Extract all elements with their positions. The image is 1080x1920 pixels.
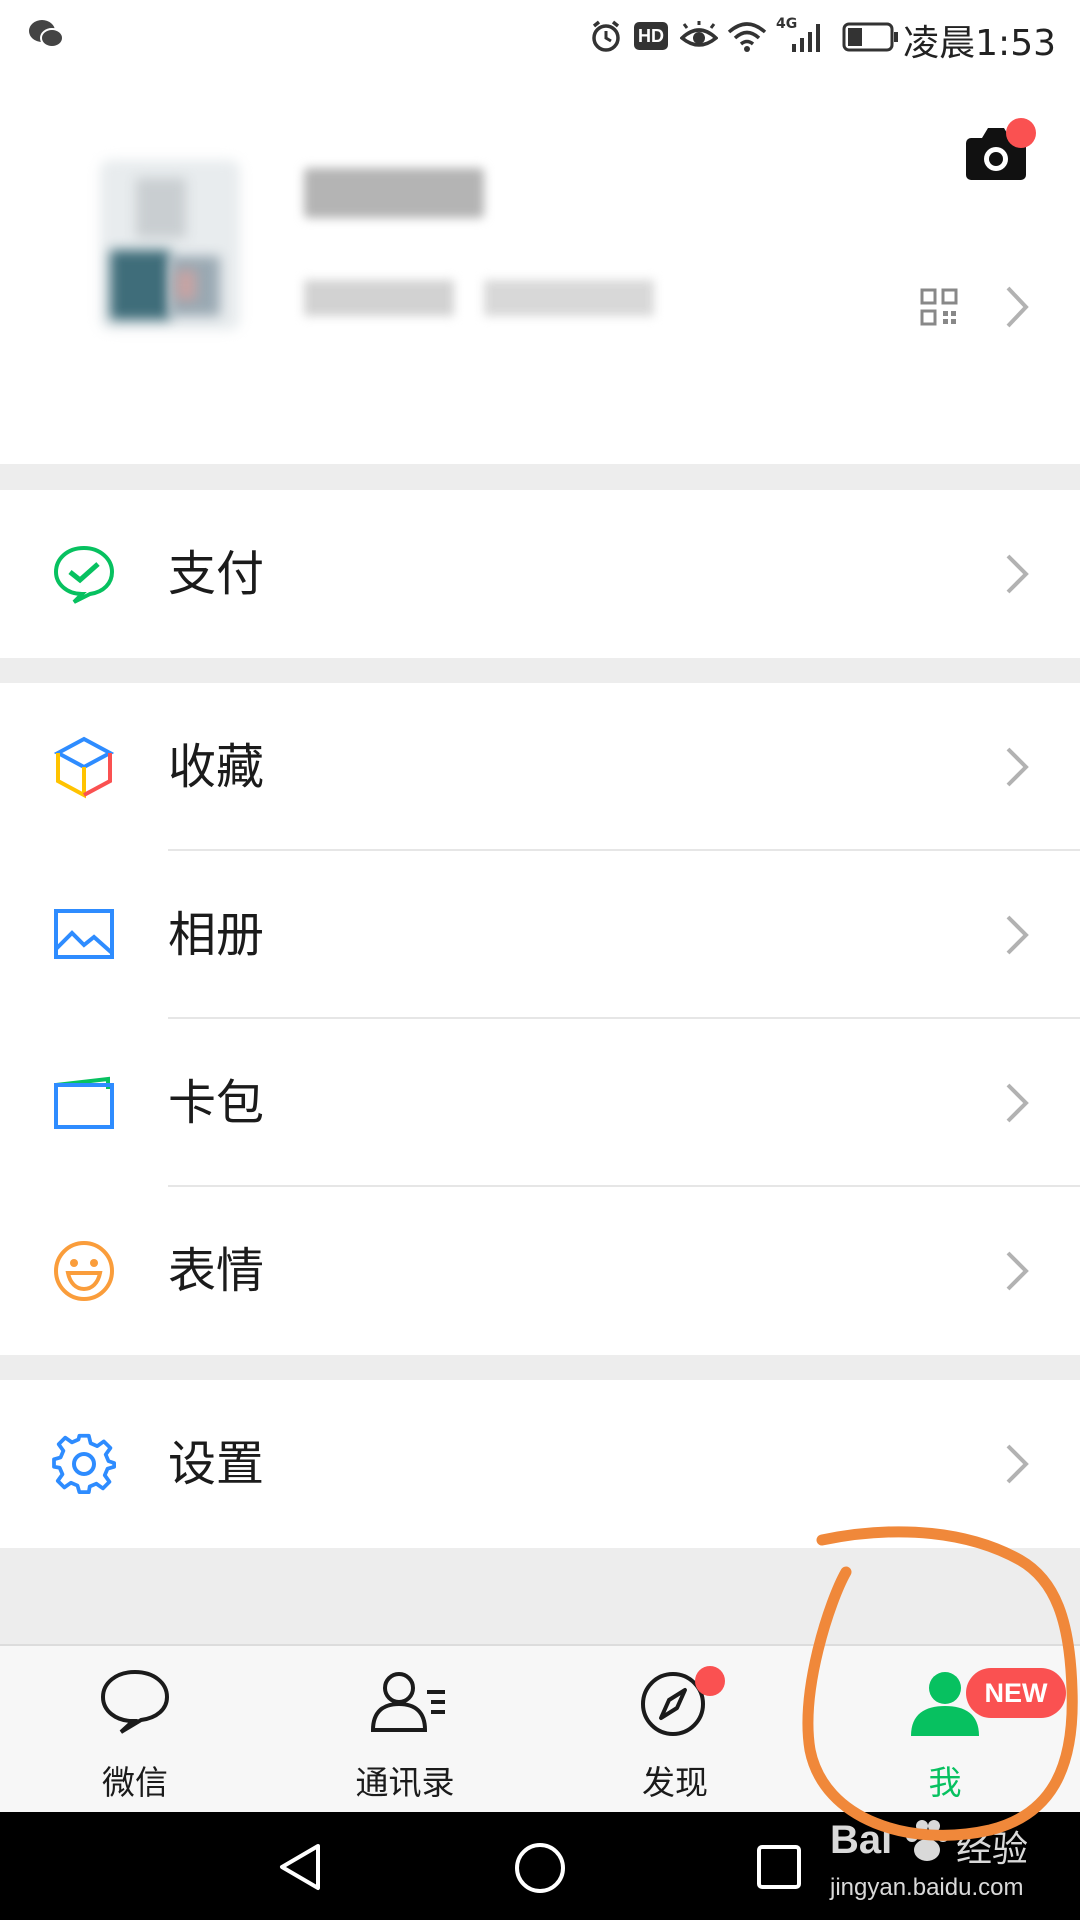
menu-label-cards: 卡包	[168, 1075, 265, 1131]
menu-label-settings: 设置	[168, 1436, 265, 1492]
tab-label-discover: 发现	[642, 1763, 708, 1802]
chat-bubble-icon	[100, 1669, 170, 1734]
clock: 凌晨1:53	[903, 23, 1056, 64]
back-icon[interactable]	[274, 1840, 328, 1894]
menu-item-favorites[interactable]: 收藏	[0, 683, 1080, 851]
tab-label-contacts: 通讯录	[355, 1763, 455, 1802]
home-icon[interactable]	[512, 1840, 568, 1896]
annotation-circle	[802, 1526, 1078, 1841]
menu-group-pay: 支付	[0, 490, 1080, 658]
card-wallet-icon	[54, 1076, 114, 1129]
watermark-url: jingyan.baidu.com	[830, 1874, 1024, 1901]
nickname-blurred	[304, 162, 484, 232]
profile-header[interactable]	[0, 72, 1080, 464]
tab-label-chats: 微信	[102, 1763, 168, 1802]
wechat-notification-icon	[29, 20, 64, 48]
menu-label-pay: 支付	[168, 546, 265, 602]
camera-red-dot	[1006, 118, 1036, 148]
tab-discover[interactable]: 发现	[540, 1646, 810, 1814]
status-bar: HD 4G 凌晨1:53	[0, 0, 1080, 72]
hd-badge: HD	[634, 22, 668, 50]
pay-icon	[53, 545, 115, 604]
tab-chats[interactable]: 微信	[0, 1646, 270, 1814]
gear-icon	[52, 1433, 116, 1495]
wifi-icon	[727, 22, 767, 52]
profile-chevron-icon	[1006, 286, 1029, 328]
discover-red-dot	[695, 1666, 725, 1696]
qr-code-icon[interactable]	[920, 288, 958, 326]
contacts-icon	[370, 1672, 445, 1732]
menu-group-main: 收藏 相册 卡包 表情	[0, 683, 1080, 1355]
menu-item-cards[interactable]: 卡包	[0, 1019, 1080, 1187]
camera-button[interactable]	[958, 110, 1038, 190]
chevron-right-icon	[1006, 1083, 1029, 1123]
menu-label-stickers: 表情	[168, 1243, 265, 1299]
chevron-right-icon	[1006, 1444, 1029, 1484]
menu-item-pay[interactable]: 支付	[0, 490, 1080, 658]
menu-item-stickers[interactable]: 表情	[0, 1187, 1080, 1355]
favorites-cube-icon	[53, 736, 115, 799]
menu-label-favorites: 收藏	[168, 739, 265, 795]
eye-comfort-icon	[680, 21, 718, 47]
wechat-id-blurred	[304, 280, 664, 320]
chevron-right-icon	[1006, 554, 1029, 594]
smiley-icon	[54, 1241, 114, 1301]
battery-icon	[842, 22, 898, 52]
chevron-right-icon	[1006, 915, 1029, 955]
alarm-icon	[592, 20, 620, 52]
album-icon	[54, 909, 114, 959]
menu-item-album[interactable]: 相册	[0, 851, 1080, 1019]
tab-contacts[interactable]: 通讯录	[270, 1646, 540, 1814]
avatar[interactable]	[100, 160, 240, 330]
menu-label-album: 相册	[168, 907, 265, 963]
signal-icon	[792, 24, 820, 52]
chevron-right-icon	[1006, 747, 1029, 787]
chevron-right-icon	[1006, 1251, 1029, 1291]
